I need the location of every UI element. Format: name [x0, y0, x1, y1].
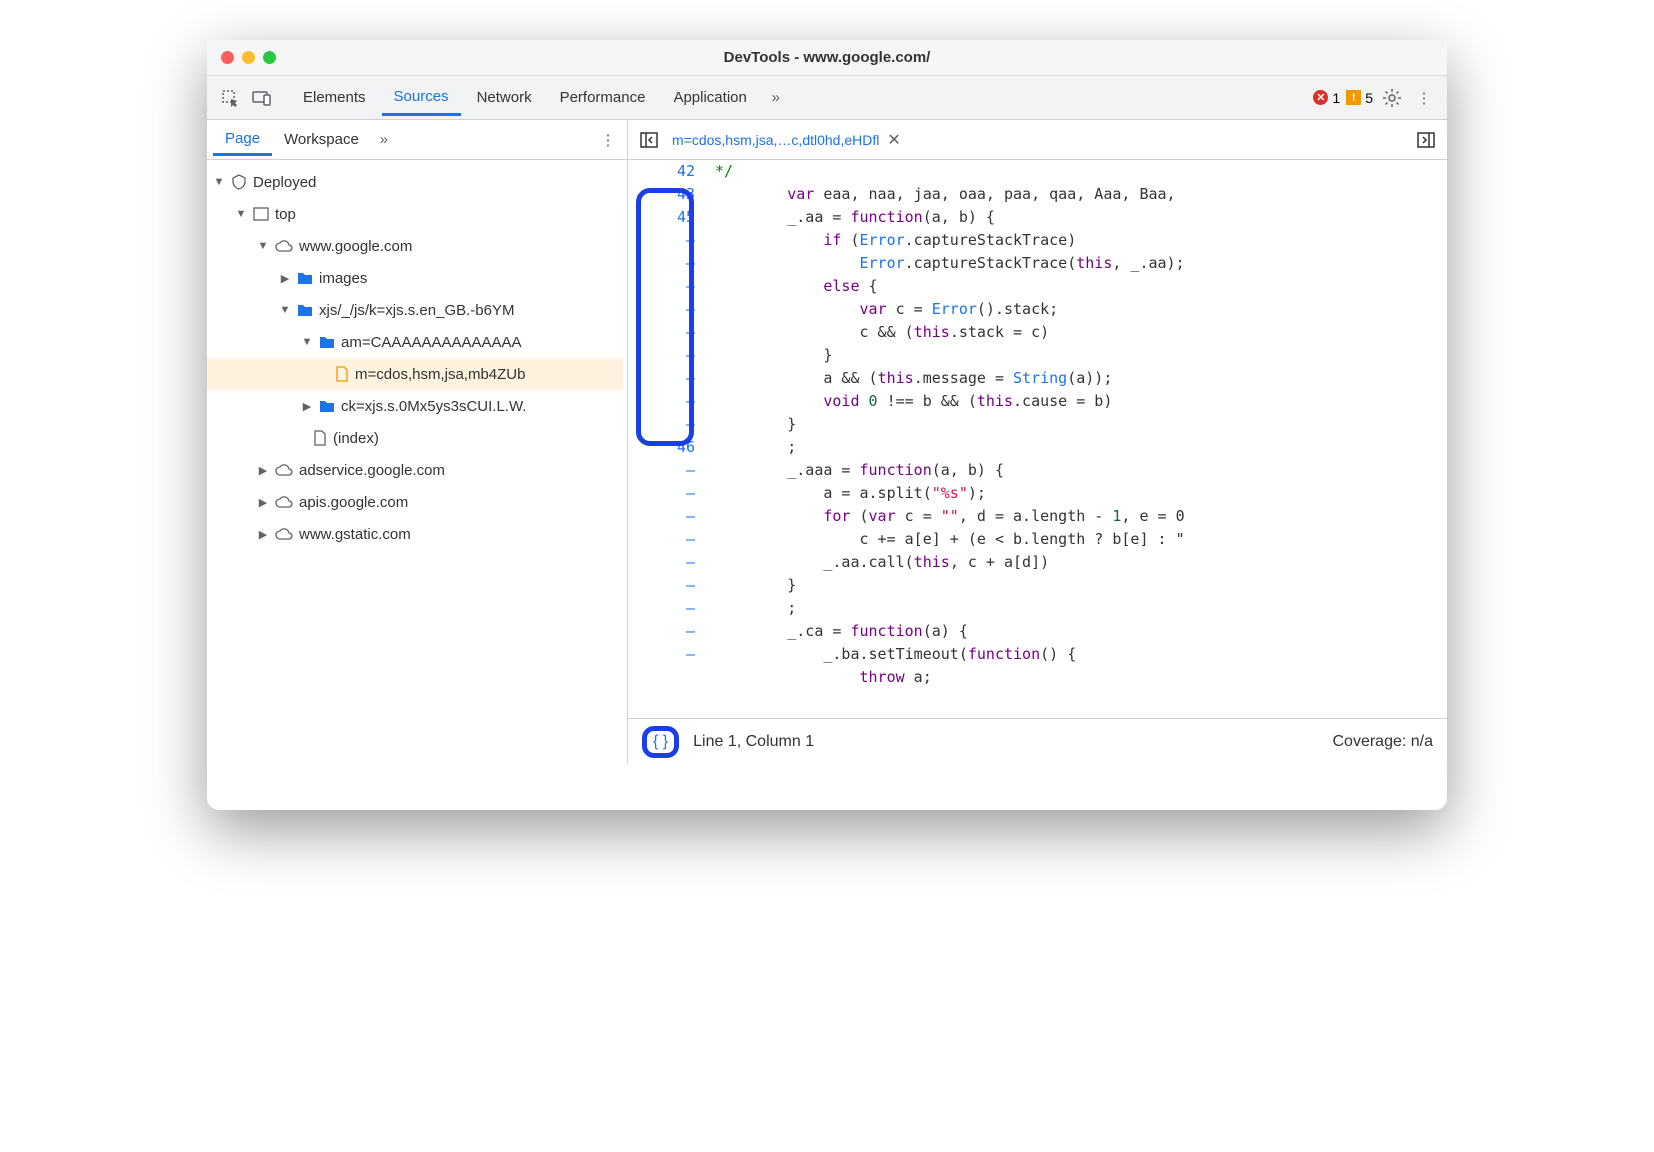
tree-folder-ck[interactable]: ck=xjs.s.0Mx5ys3sCUI.L.W.: [207, 390, 623, 422]
coverage-status: Coverage: n/a: [1332, 733, 1433, 751]
tab-network[interactable]: Network: [465, 81, 544, 114]
toggle-debugger-icon[interactable]: [1413, 127, 1439, 153]
tree-top[interactable]: top: [207, 198, 623, 230]
window-close-button[interactable]: [221, 51, 234, 64]
tree-folder-images[interactable]: images: [207, 262, 623, 294]
tree-file-index[interactable]: (index): [207, 422, 623, 454]
tree-file-selected[interactable]: m=cdos,hsm,jsa,mb4ZUb: [207, 358, 623, 390]
tree-domain-adservice[interactable]: adservice.google.com: [207, 454, 623, 486]
cursor-position: Line 1, Column 1: [693, 733, 814, 751]
tree-folder-am[interactable]: am=CAAAAAAAAAAAAAA: [207, 326, 623, 358]
device-toolbar-icon[interactable]: [249, 85, 275, 111]
error-count[interactable]: ✕1: [1313, 90, 1340, 106]
warning-count[interactable]: !5: [1346, 90, 1373, 106]
tree-deployed[interactable]: Deployed: [207, 166, 623, 198]
tab-sources[interactable]: Sources: [382, 80, 461, 116]
file-tab[interactable]: m=cdos,hsm,jsa,…c,dtl0hd,eHDfl✕: [672, 130, 901, 150]
window-title: DevTools - www.google.com/: [207, 49, 1447, 66]
settings-icon[interactable]: [1379, 85, 1405, 111]
tree-domain-google[interactable]: www.google.com: [207, 230, 623, 262]
tree-domain-gstatic[interactable]: www.gstatic.com: [207, 518, 623, 550]
subtab-page[interactable]: Page: [213, 124, 272, 156]
window-minimize-button[interactable]: [242, 51, 255, 64]
subtab-workspace[interactable]: Workspace: [272, 125, 371, 154]
tree-folder-xjs[interactable]: xjs/_/js/k=xjs.s.en_GB.-b6YM: [207, 294, 623, 326]
more-menu-icon[interactable]: ⋮: [1411, 85, 1437, 111]
line-gutter: 424345—————————46—————————: [628, 160, 703, 718]
file-tree: Deployed top www.google.com images xjs/_…: [207, 160, 627, 556]
more-subtabs-icon[interactable]: »: [371, 127, 397, 153]
subtabs-menu-icon[interactable]: ⋮: [595, 127, 621, 153]
tab-elements[interactable]: Elements: [291, 81, 378, 114]
toggle-navigator-icon[interactable]: [636, 127, 662, 153]
close-tab-icon[interactable]: ✕: [887, 130, 900, 150]
inspect-icon[interactable]: [217, 85, 243, 111]
main-tabs: Elements Sources Network Performance App…: [291, 80, 789, 116]
window-maximize-button[interactable]: [263, 51, 276, 64]
code-content: */ var eaa, naa, jaa, oaa, paa, qaa, Aaa…: [703, 160, 1447, 718]
tab-application[interactable]: Application: [661, 81, 758, 114]
gutter-highlight-annotation: [636, 188, 694, 446]
tree-domain-apis[interactable]: apis.google.com: [207, 486, 623, 518]
pretty-print-button[interactable]: { }: [642, 726, 679, 758]
tab-performance[interactable]: Performance: [548, 81, 658, 114]
more-tabs-icon[interactable]: »: [763, 85, 789, 111]
code-editor[interactable]: 424345—————————46————————— */ var eaa, n…: [628, 160, 1447, 718]
